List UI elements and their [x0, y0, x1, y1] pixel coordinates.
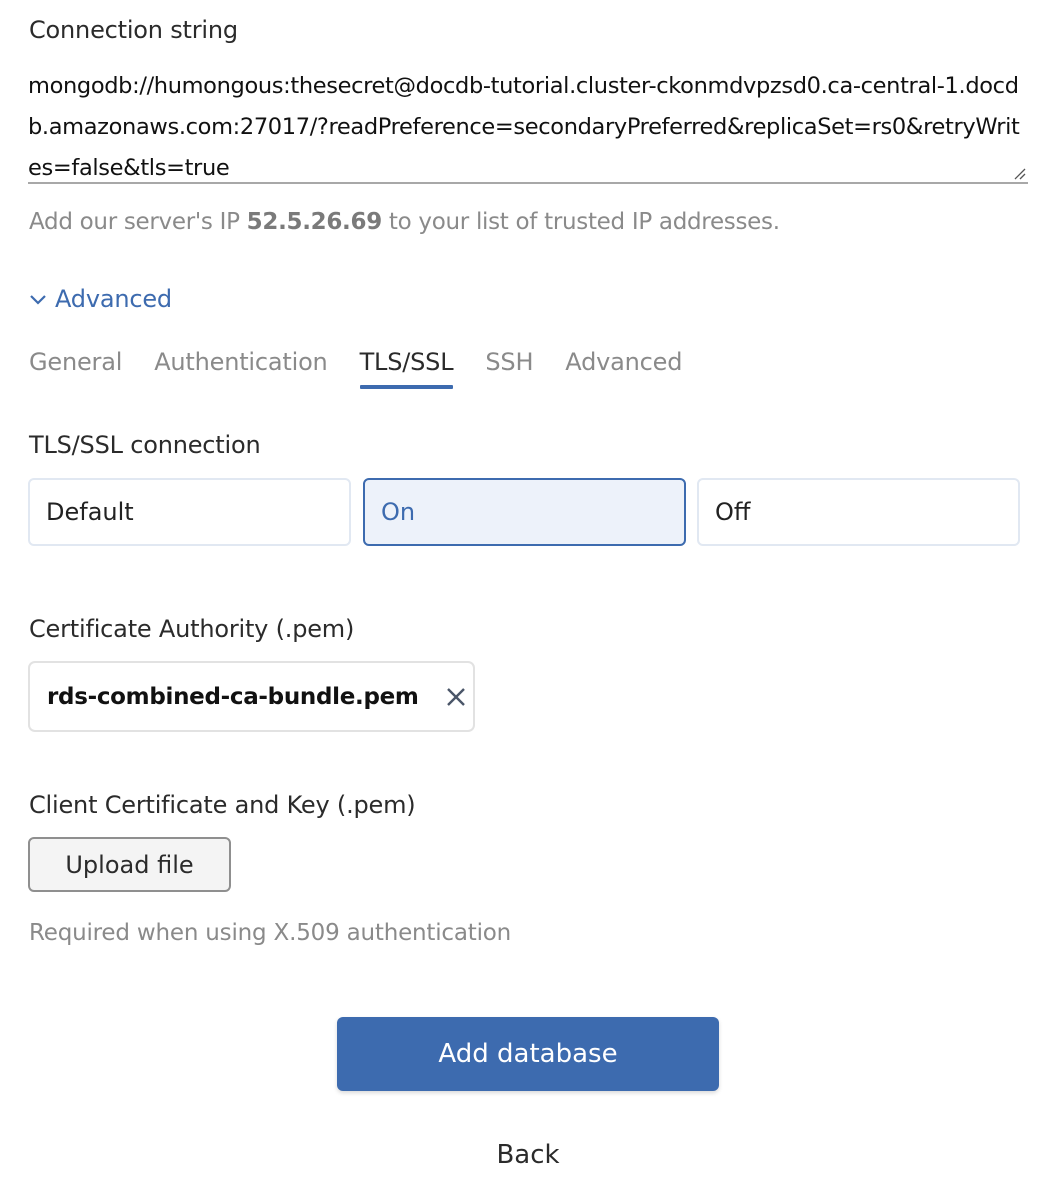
chevron-down-icon [30, 295, 46, 305]
advanced-toggle-label: Advanced [55, 285, 172, 313]
connection-string-value[interactable]: mongodb://humongous:thesecret@docdb-tuto… [28, 64, 1028, 189]
resize-handle-icon[interactable] [1012, 166, 1026, 180]
certificate-authority-label: Certificate Authority (.pem) [29, 615, 355, 643]
connection-string-input[interactable]: mongodb://humongous:thesecret@docdb-tuto… [28, 64, 1028, 184]
trusted-ip-note: Add our server's IP 52.5.26.69 to your l… [29, 209, 780, 235]
add-database-button[interactable]: Add database [337, 1017, 719, 1091]
tls-option-on[interactable]: On [363, 478, 686, 546]
x509-hint: Required when using X.509 authentication [29, 920, 512, 946]
tls-option-default[interactable]: Default [28, 478, 351, 546]
connection-string-label: Connection string [29, 16, 238, 44]
server-ip: 52.5.26.69 [246, 209, 383, 235]
back-button[interactable]: Back [337, 1140, 719, 1170]
tab-advanced[interactable]: Advanced [565, 348, 682, 386]
advanced-toggle[interactable]: Advanced [29, 285, 172, 313]
tls-option-off[interactable]: Off [697, 478, 1020, 546]
upload-file-button[interactable]: Upload file [28, 837, 231, 892]
ip-note-suffix: to your list of trusted IP addresses. [381, 209, 780, 235]
tab-ssh[interactable]: SSH [485, 348, 533, 386]
tls-connection-label: TLS/SSL connection [29, 431, 261, 459]
client-certificate-label: Client Certificate and Key (.pem) [29, 791, 416, 819]
settings-tabs: General Authentication TLS/SSL SSH Advan… [29, 348, 714, 389]
tab-general[interactable]: General [29, 348, 122, 386]
close-icon[interactable] [445, 686, 467, 708]
tab-authentication[interactable]: Authentication [154, 348, 328, 386]
ip-note-prefix: Add our server's IP [29, 209, 247, 235]
tab-tls-ssl[interactable]: TLS/SSL [359, 348, 454, 389]
ca-file-name: rds-combined-ca-bundle.pem [47, 683, 419, 710]
certificate-authority-file: rds-combined-ca-bundle.pem [28, 661, 475, 732]
